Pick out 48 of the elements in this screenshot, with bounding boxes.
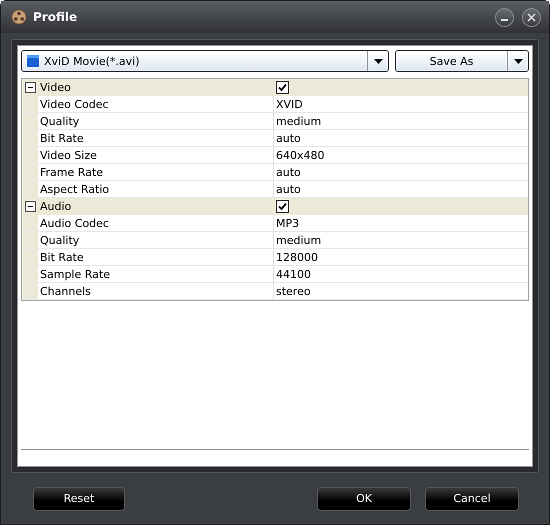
row-gutter — [22, 249, 38, 265]
property-value[interactable]: MP3 — [274, 215, 528, 231]
property-name: Channels — [38, 283, 274, 299]
property-name: Bit Rate — [38, 130, 274, 146]
close-button[interactable] — [522, 8, 541, 26]
property-value[interactable]: medium — [274, 232, 528, 248]
property-name: Audio Codec — [38, 215, 274, 231]
row-gutter — [22, 147, 38, 163]
profile-dropdown[interactable]: XviD Movie(*.avi) — [21, 50, 389, 72]
property-value[interactable]: 44100 — [274, 266, 528, 282]
minimize-button[interactable] — [495, 8, 514, 26]
row-gutter — [22, 164, 38, 180]
property-name: Video Size — [38, 147, 274, 163]
property-value[interactable]: 128000 — [274, 249, 528, 265]
window-title: Profile — [33, 10, 78, 24]
property-value[interactable]: auto — [274, 181, 528, 197]
property-name: Quality — [38, 113, 274, 129]
checkbox[interactable] — [276, 80, 289, 94]
property-value[interactable]: stereo — [274, 283, 528, 299]
property-name: Frame Rate — [38, 164, 274, 180]
dropdown-arrow-icon — [374, 58, 382, 64]
group-label: Audio — [39, 198, 72, 214]
property-value[interactable]: XVID — [274, 96, 528, 112]
clapperboard-icon — [26, 54, 40, 68]
property-value[interactable]: 640x480 — [274, 147, 528, 163]
close-icon — [527, 12, 536, 22]
property-name: Video Codec — [38, 96, 274, 112]
property-value[interactable]: auto — [274, 130, 528, 146]
row-gutter — [22, 283, 38, 299]
group-label: Video — [39, 80, 72, 95]
row-gutter — [22, 232, 38, 248]
dropdown-arrow-icon — [514, 58, 522, 64]
property-name: Quality — [38, 232, 274, 248]
minimize-icon — [501, 18, 508, 20]
row-gutter — [22, 113, 38, 129]
property-name: Aspect Ratio — [38, 181, 274, 197]
property-name: Sample Rate — [38, 266, 274, 282]
film-reel-icon — [11, 9, 27, 25]
property-value[interactable]: auto — [274, 164, 528, 180]
save-as-button[interactable]: Save As — [395, 50, 529, 72]
reset-button[interactable]: Reset — [33, 486, 125, 510]
checkbox[interactable] — [276, 200, 289, 212]
ok-button[interactable]: OK — [317, 486, 411, 510]
cancel-button[interactable]: Cancel — [425, 486, 519, 510]
property-value[interactable]: medium — [274, 113, 528, 129]
property-name: Bit Rate — [38, 249, 274, 265]
row-gutter — [22, 266, 38, 282]
row-gutter — [22, 130, 38, 146]
